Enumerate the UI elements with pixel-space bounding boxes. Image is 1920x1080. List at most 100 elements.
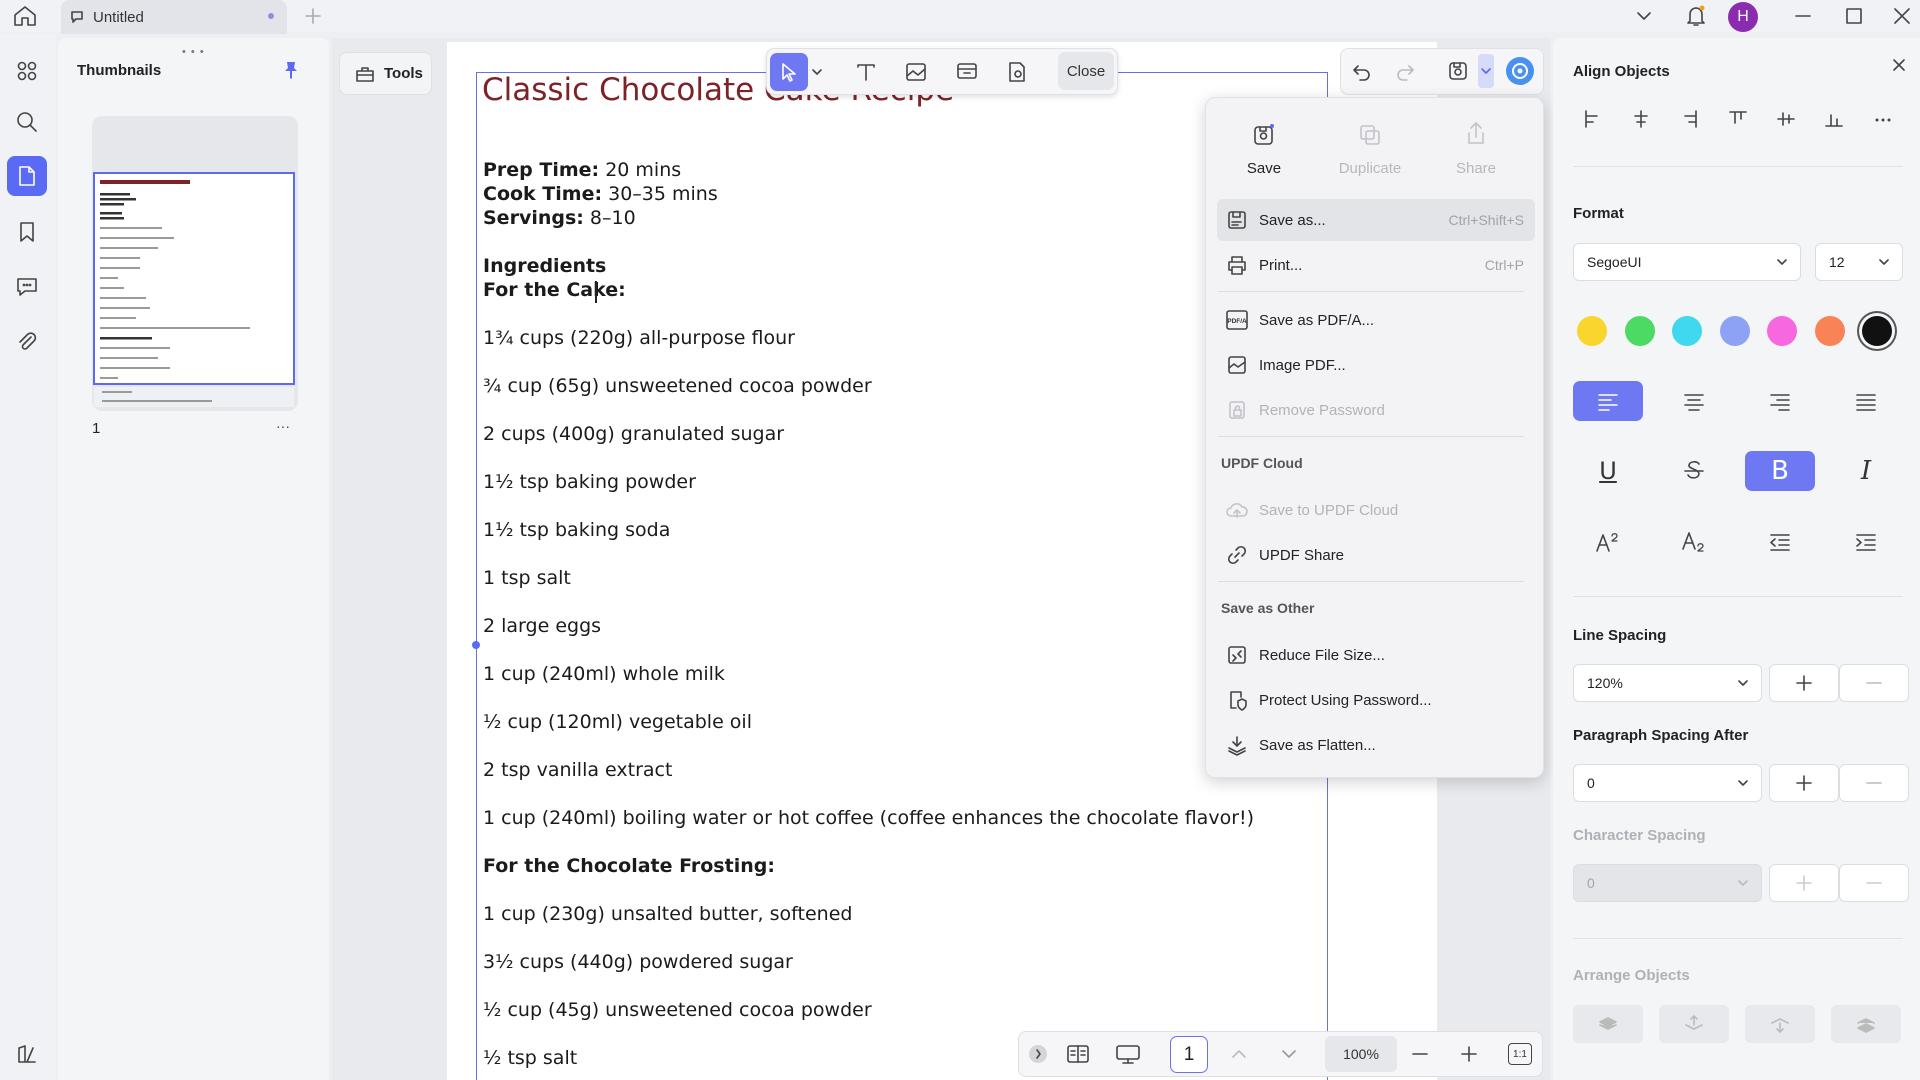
paragraph-spacing-decrease-button[interactable] xyxy=(1839,764,1909,802)
avatar[interactable]: H xyxy=(1728,2,1758,32)
redo-icon[interactable] xyxy=(1395,60,1417,82)
color-swatch[interactable] xyxy=(1767,316,1797,346)
align-middle-icon[interactable] xyxy=(1775,108,1797,130)
select-tool-dropdown-icon[interactable] xyxy=(811,66,823,78)
save-icon[interactable] xyxy=(1446,59,1470,83)
frosting-line[interactable]: ½ cup (45g) unsweetened cocoa powder xyxy=(483,999,872,1021)
ingredient-line[interactable]: 2 large eggs xyxy=(483,615,601,637)
updf-share-item[interactable]: UPDF Share xyxy=(1217,534,1535,576)
text-justify-button[interactable] xyxy=(1831,381,1901,421)
color-swatch[interactable] xyxy=(1814,316,1845,346)
attachment-icon[interactable] xyxy=(7,322,47,362)
new-tab-icon[interactable] xyxy=(303,6,323,26)
ingredients-heading[interactable]: Ingredients xyxy=(483,255,606,277)
add-link-button[interactable] xyxy=(948,53,986,91)
align-top-icon[interactable] xyxy=(1727,108,1749,130)
notification-bell-icon[interactable] xyxy=(1684,3,1708,29)
save-pdfa-item[interactable]: PDF/A Save as PDF/A... xyxy=(1217,299,1535,341)
ingredient-line[interactable]: 1 tsp salt xyxy=(483,567,571,589)
print-item[interactable]: Print... Ctrl+P xyxy=(1217,244,1535,286)
align-right-icon[interactable] xyxy=(1678,108,1700,130)
next-page-icon[interactable] xyxy=(1279,1046,1299,1062)
reduce-file-size-item[interactable]: Reduce File Size... xyxy=(1217,634,1535,676)
updf-cloud-icon[interactable] xyxy=(7,1034,47,1074)
image-pdf-item[interactable]: Image PDF... xyxy=(1217,344,1535,386)
previous-page-icon[interactable] xyxy=(1229,1046,1249,1062)
collapse-bar-icon[interactable] xyxy=(1029,1045,1047,1063)
line-spacing-select[interactable]: 120% xyxy=(1573,664,1762,702)
text-align-left-button[interactable] xyxy=(1573,381,1643,421)
presentation-icon[interactable] xyxy=(1115,1043,1141,1065)
frosting-heading[interactable]: For the Chocolate Frosting: xyxy=(483,855,775,877)
frosting-line[interactable]: ½ tsp salt xyxy=(483,1047,577,1069)
document-tab[interactable]: Untitled xyxy=(61,0,287,34)
close-panel-icon[interactable] xyxy=(1891,57,1907,73)
save-flatten-item[interactable]: Save as Flatten... xyxy=(1217,724,1535,766)
page-more-icon[interactable]: ··· xyxy=(276,418,290,434)
italic-button[interactable]: I xyxy=(1831,451,1901,491)
bold-button[interactable]: B xyxy=(1745,451,1815,491)
line-spacing-decrease-button[interactable] xyxy=(1839,664,1909,702)
text-align-center-button[interactable] xyxy=(1659,381,1729,421)
color-swatch[interactable] xyxy=(1577,316,1607,346)
ingredient-line[interactable]: 1¾ cups (220g) all-purpose flour xyxy=(483,327,795,349)
paragraph-spacing-select[interactable]: 0 xyxy=(1573,764,1762,802)
font-family-select[interactable]: SegoeUI xyxy=(1573,243,1801,281)
drag-handle[interactable]: • • • xyxy=(182,46,205,58)
thumbnails-icon[interactable] xyxy=(7,156,47,196)
pin-icon[interactable] xyxy=(281,60,301,80)
add-image-button[interactable] xyxy=(897,53,935,91)
ingredient-line[interactable]: 1½ tsp baking powder xyxy=(483,471,696,493)
resize-handle[interactable] xyxy=(472,641,480,649)
save-as-item[interactable]: Save as... Ctrl+Shift+S xyxy=(1217,199,1535,241)
font-size-select[interactable]: 12 xyxy=(1815,243,1903,281)
prep-time-line[interactable]: Prep Time: 20 mins xyxy=(483,159,681,181)
cook-time-line[interactable]: Cook Time: 30–35 mins xyxy=(483,183,718,205)
increase-indent-button[interactable] xyxy=(1831,522,1901,562)
superscript-button[interactable] xyxy=(1573,522,1643,562)
chevron-down-icon[interactable] xyxy=(1634,6,1654,26)
page-display-icon[interactable] xyxy=(1066,1043,1090,1065)
frosting-line[interactable]: 1 cup (230g) unsalted butter, softened xyxy=(483,903,852,925)
actual-size-icon[interactable]: 1:1 xyxy=(1508,1043,1532,1065)
ingredient-line[interactable]: ½ cup (120ml) vegetable oil xyxy=(483,711,752,733)
zoom-in-icon[interactable] xyxy=(1459,1045,1479,1063)
organize-pages-icon[interactable] xyxy=(7,51,47,91)
subscript-button[interactable] xyxy=(1659,522,1729,562)
maximize-icon[interactable] xyxy=(1844,6,1864,26)
tools-button[interactable]: Tools xyxy=(339,52,432,95)
page-number-input[interactable]: 1 xyxy=(1170,1036,1208,1073)
minimize-icon[interactable] xyxy=(1793,6,1813,26)
ai-assistant-icon[interactable] xyxy=(1506,57,1534,85)
align-center-horizontal-icon[interactable] xyxy=(1630,108,1652,130)
color-swatch[interactable] xyxy=(1719,316,1750,346)
servings-line[interactable]: Servings: 8–10 xyxy=(483,207,636,229)
save-dropdown-button[interactable] xyxy=(1478,54,1494,88)
add-text-button[interactable] xyxy=(847,53,885,91)
frosting-line[interactable]: 3½ cups (440g) powdered sugar xyxy=(483,951,793,973)
paragraph-spacing-increase-button[interactable] xyxy=(1769,764,1839,802)
align-left-icon[interactable] xyxy=(1582,108,1604,130)
search-icon[interactable] xyxy=(7,102,47,142)
cake-heading[interactable]: For the Cake: xyxy=(483,279,626,301)
bookmark-icon[interactable] xyxy=(7,212,47,252)
ingredient-line[interactable]: 1 cup (240ml) boiling water or hot coffe… xyxy=(483,807,1254,829)
save-top-label[interactable]: Save xyxy=(1214,160,1314,177)
ingredient-line[interactable]: 1½ tsp baking soda xyxy=(483,519,670,541)
line-spacing-increase-button[interactable] xyxy=(1769,664,1839,702)
strikethrough-button[interactable] xyxy=(1659,451,1729,491)
save-top-icon[interactable] xyxy=(1251,122,1277,148)
underline-button[interactable]: U xyxy=(1573,451,1643,491)
close-edit-button[interactable]: Close xyxy=(1058,52,1114,90)
more-align-icon[interactable] xyxy=(1872,108,1894,130)
ingredient-line[interactable]: ¾ cup (65g) unsweetened cocoa powder xyxy=(483,375,872,397)
ingredient-line[interactable]: 2 cups (400g) granulated sugar xyxy=(483,423,784,445)
protect-password-item[interactable]: Protect Using Password... xyxy=(1217,679,1535,721)
color-swatch[interactable] xyxy=(1624,316,1655,346)
ingredient-line[interactable]: 1 cup (240ml) whole milk xyxy=(483,663,725,685)
ingredient-line[interactable]: 2 tsp vanilla extract xyxy=(483,759,672,781)
close-window-icon[interactable] xyxy=(1892,6,1912,26)
zoom-level[interactable]: 100% xyxy=(1325,1036,1397,1072)
comments-icon[interactable] xyxy=(7,267,47,307)
color-swatch[interactable] xyxy=(1862,316,1892,346)
